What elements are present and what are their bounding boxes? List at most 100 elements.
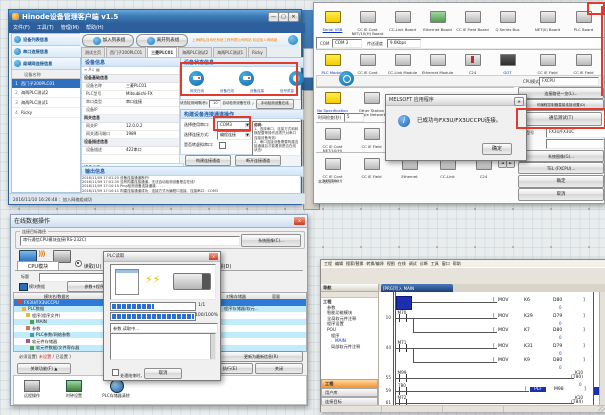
sidebar-item-device-list[interactable]: 设备列表信息: [12, 34, 80, 46]
toolbar-extra-icon[interactable]: [288, 35, 298, 45]
tel-button[interactable]: TEL (FXCPU)...: [518, 162, 604, 174]
interval-input[interactable]: 10: [209, 100, 221, 108]
join-group-button[interactable]: 加入列表组: [82, 34, 134, 47]
instruction-mov[interactable]: [MOVK29D79]: [493, 314, 588, 319]
dialog-close-icon[interactable]: ✕: [209, 253, 218, 260]
device-row-2[interactable]: 2海两PLC测试2: [12, 88, 80, 98]
clock-setting-icon[interactable]: [66, 380, 82, 392]
mode-select[interactable]: 编程连接▼: [217, 131, 251, 140]
tree-item-local-comment[interactable]: 局部软元件注释: [323, 344, 378, 350]
baud-value[interactable]: 9.6Kbps: [387, 39, 421, 48]
instruction-mov[interactable]: [MOVK9D80]: [493, 358, 588, 363]
pcif-net2-board[interactable]: NET(II) Board: [530, 8, 565, 32]
menu-search[interactable]: 搜索/替换: [346, 261, 363, 266]
tab-home[interactable]: 测试主页: [81, 47, 105, 57]
menu-diagnostics[interactable]: 诊断: [420, 261, 428, 266]
menu-edit[interactable]: 编辑: [335, 261, 343, 266]
output-log[interactable]: 2016/11/09 17:01:25 设备连接通道断开! 2016/11/09…: [81, 175, 301, 194]
plc-memory-clear-icon[interactable]: [110, 379, 124, 393]
plcif-cclink-module[interactable]: CC-Link Module: [385, 51, 420, 75]
document-tab[interactable]: [PRG]写入 MAIN: [381, 284, 453, 292]
menu-debug[interactable]: 调试: [409, 261, 417, 266]
pcif-serial-usb[interactable]: Serial USB: [315, 8, 350, 32]
related-functions-button[interactable]: 关联功能(F) ▲: [17, 363, 71, 374]
progress-detail-list[interactable]: [110, 333, 216, 360]
plcif-got[interactable]: GOT: [490, 51, 525, 75]
menu-manage[interactable]: 管理(M): [61, 25, 79, 31]
pcif-qbus[interactable]: Q Series Bus: [490, 8, 525, 32]
build-channel-button[interactable]: 构建连接通道: [185, 155, 231, 166]
com-strip-value[interactable]: COM 3: [332, 39, 362, 48]
menu-file[interactable]: 文件(F): [13, 25, 30, 31]
virtual-serial-checkbox[interactable]: [219, 142, 226, 149]
sidebar-item-lan[interactable]: 局域网连接信息: [12, 58, 80, 70]
ok-button[interactable]: 确定: [518, 175, 604, 188]
dialog-titlebar[interactable]: MELSOFT 应用程序 ✕: [386, 95, 526, 106]
titlebar[interactable]: 在线数据操作 ✕: [11, 215, 307, 228]
close-button[interactable]: 关闭: [255, 363, 303, 374]
menu-tools[interactable]: 工具(T): [37, 25, 54, 31]
netroute-ccie[interactable]: CC IE Cont NET/10(H): [315, 125, 350, 154]
netroute-cciefield[interactable]: CC IE Field: [354, 125, 389, 149]
property-row[interactable]: 设备描述422串口: [82, 147, 179, 155]
dialog-titlebar[interactable]: PLC读取 ✕: [104, 252, 220, 262]
break-channel-button[interactable]: 断开连接通道: [235, 155, 281, 166]
device-row-3[interactable]: 3海两PLC测试1: [12, 98, 80, 108]
dropdown-icon[interactable]: ▼: [245, 123, 250, 127]
property-row[interactable]: 设备IP: [82, 107, 179, 115]
refresh-button[interactable]: 更新为最新信息(R): [219, 351, 303, 362]
dialog-close-icon[interactable]: ✕: [514, 97, 524, 106]
dialog-ok-button[interactable]: 确定: [482, 143, 512, 155]
system-image-button[interactable]: 系统图像(G)...: [518, 150, 604, 162]
tab-mitsubishi[interactable]: 三菱PLC01: [147, 47, 177, 57]
property-group[interactable]: 设备基础信息: [82, 75, 179, 83]
property-row[interactable]: PLC型号Mitsubishi-FX: [82, 91, 179, 99]
device-row-1[interactable]: 1西门子200PLC01: [12, 79, 80, 88]
nav-tab-user-library[interactable]: 用户库: [321, 388, 378, 397]
property-sort-toolbar[interactable]: ≡ A↓ ▦: [82, 67, 179, 75]
instruction-plf[interactable]: [PLFM98]: [525, 387, 589, 392]
property-row[interactable]: 设备名称三菱PLC01: [82, 83, 179, 91]
menu-window[interactable]: 窗口: [442, 261, 450, 266]
direct-connection-button[interactable]: 可编程控制器直接连接设置(D): [518, 99, 604, 111]
remote-operation-icon[interactable]: [24, 380, 40, 392]
menu-help[interactable]: 帮助(H): [86, 25, 104, 31]
tab-siemens[interactable]: 西门子200PLC01: [106, 47, 146, 57]
pcif-ethernet-board[interactable]: Ethernet Board: [420, 8, 455, 32]
instruction-mov[interactable]: [MOVK31D79]: [493, 344, 588, 349]
menu-project[interactable]: 工程: [324, 261, 332, 266]
com-select[interactable]: COM3▼: [217, 121, 251, 130]
property-row[interactable]: 网关IP12.0.0.2: [82, 123, 179, 131]
pcif-cclink-board[interactable]: CC-Link Board: [385, 8, 420, 32]
dropdown-icon[interactable]: ▼: [245, 133, 250, 137]
coroute-cciefield[interactable]: CC IE Field: [354, 155, 389, 179]
cancel-button[interactable]: 取消: [144, 368, 182, 379]
property-row[interactable]: 网关通讯端口1989: [82, 131, 179, 139]
sidebar-item-serial[interactable]: 串口连接信息: [12, 46, 80, 58]
pcif-plc-board[interactable]: PLC Board: [566, 8, 601, 32]
property-row[interactable]: 串口类型串口连接: [82, 99, 179, 107]
instruction-mov[interactable]: [MOVK6D80]: [493, 298, 588, 303]
list-scrollbar[interactable]: [210, 334, 215, 359]
menu-help[interactable]: 帮助: [453, 261, 461, 266]
ladder-canvas[interactable]: [MOVK6D80] 0 10 M70 [MOVK29D79] 0 [MOVK7…: [379, 292, 605, 405]
menu-tool[interactable]: 工具: [431, 261, 439, 266]
resize-grip[interactable]: [598, 406, 605, 412]
ladder-selected-cell[interactable]: [396, 296, 412, 310]
menu-convert[interactable]: 转换/编译: [366, 261, 383, 266]
manual-check-button[interactable]: 手动检测设备在线: [256, 99, 294, 109]
tab-test2[interactable]: 海两PLC测试2: [178, 47, 212, 57]
timer-coil[interactable]: (T80): [571, 375, 583, 381]
leave-group-button[interactable]: 离开列表组: [136, 34, 188, 47]
cancel-button[interactable]: 取消: [518, 188, 604, 201]
vertical-scrollbar[interactable]: [599, 292, 605, 405]
project-tree[interactable]: 工程 参数 智能功能模块 全局软元件注释 程序设置 POU 程序 MAIN 局部…: [321, 298, 378, 379]
device-row-4[interactable]: 4Ricky: [12, 108, 80, 118]
menu-view[interactable]: 视图: [387, 261, 395, 266]
pcif-ccie-board[interactable]: CC IE Cont NET/10(H) Board: [350, 8, 385, 37]
system-image-button[interactable]: 系统图像(C)...: [241, 234, 301, 247]
nav-tab-project[interactable]: 工程: [321, 379, 378, 388]
close-icon[interactable]: ✕: [294, 217, 305, 225]
property-group[interactable]: 设备描述信息: [82, 139, 179, 147]
instruction-mov[interactable]: [MOVK7D80]: [493, 328, 588, 333]
